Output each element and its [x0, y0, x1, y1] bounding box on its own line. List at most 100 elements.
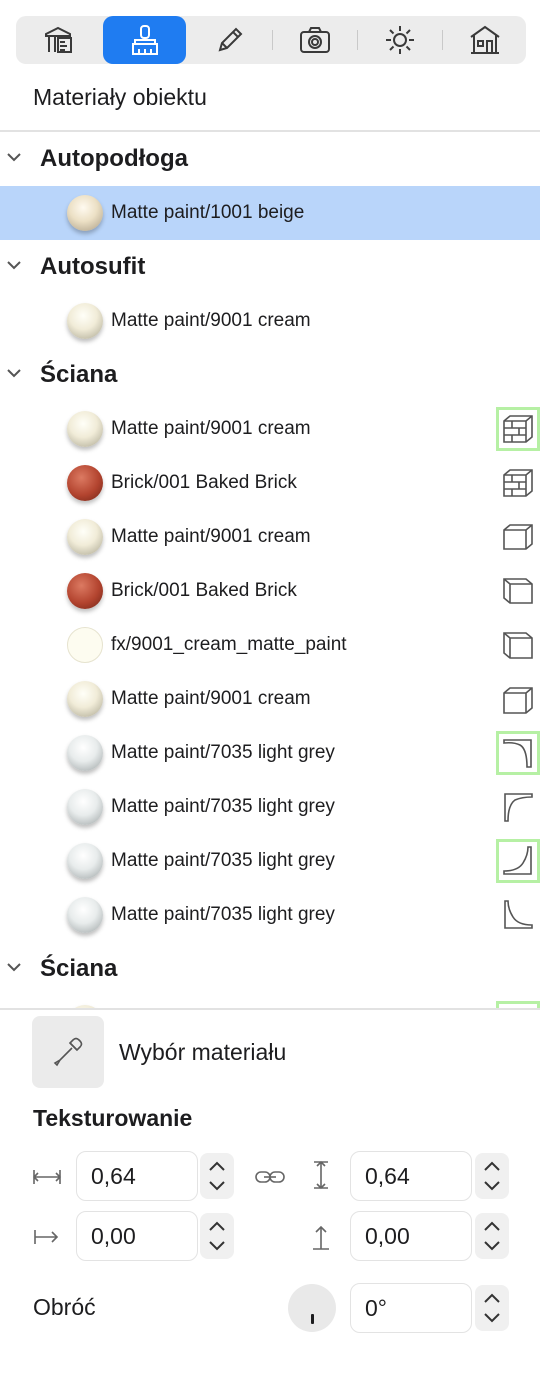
texture-width-field[interactable]: 0,64 [76, 1151, 198, 1201]
material-label: Matte paint/9001 cream [111, 688, 311, 709]
texture-offset-x-field[interactable]: 0,00 [76, 1211, 198, 1261]
surface-selector[interactable] [496, 731, 540, 775]
tab-camera[interactable] [273, 16, 356, 64]
tab-layout-tools[interactable] [16, 16, 99, 64]
list-item[interactable]: Matte paint/9001 cream [0, 510, 540, 564]
panel-title: Materiały obiektu [33, 84, 207, 110]
list-item[interactable]: Brick/001 Baked Brick [0, 564, 540, 618]
list-item[interactable]: Matte paint/7035 light grey [0, 834, 540, 888]
surface-selector[interactable] [496, 677, 540, 721]
dial-tick [311, 1314, 314, 1324]
brick-wall-icon [503, 415, 533, 443]
rotation-dial[interactable] [288, 1284, 336, 1332]
list-item[interactable]: Matte paint/9001 cream [0, 294, 540, 348]
section-title: Teksturowanie [33, 1105, 193, 1131]
material-swatch [67, 627, 103, 663]
material-label: Matte paint/7035 light grey [111, 796, 335, 817]
chevron-down-icon[interactable] [6, 149, 22, 165]
brick-wall-icon [503, 469, 533, 497]
chevron-down-icon[interactable] [6, 365, 22, 381]
tab-materials[interactable] [103, 16, 186, 64]
rotate-label: Obróć [33, 1294, 96, 1320]
material-label: Matte paint/1001 beige [111, 202, 305, 223]
material-swatch [67, 411, 103, 447]
stepper-arrows-icon [484, 1293, 500, 1323]
group-header-sciana[interactable]: Ściana [0, 942, 540, 996]
tab-lighting[interactable] [358, 16, 441, 64]
offset-x-stepper[interactable] [200, 1213, 234, 1259]
material-swatch [67, 681, 103, 717]
cornice-top-left-icon [504, 793, 533, 822]
material-label: Brick/001 Baked Brick [111, 580, 297, 601]
surface-selector[interactable] [496, 623, 540, 667]
chevron-down-icon[interactable] [6, 959, 22, 975]
group-header-autosufit[interactable]: Autosufit [0, 240, 540, 294]
group-label: Autopodłoga [40, 145, 188, 172]
cornice-bottom-left-icon [504, 900, 533, 929]
width-icon [32, 1170, 62, 1184]
material-picker-label: Wybór materiału [119, 1039, 287, 1065]
list-item[interactable]: Matte paint/1001 beige [0, 186, 540, 240]
material-picker-button[interactable] [32, 1016, 104, 1088]
material-swatch [67, 897, 103, 933]
offset-y-icon [313, 1225, 329, 1250]
material-label: Matte paint/7035 light grey [111, 850, 335, 871]
surface-selector[interactable] [496, 569, 540, 613]
material-swatch [67, 735, 103, 771]
height-stepper[interactable] [475, 1153, 509, 1199]
surface-selector[interactable] [496, 839, 540, 883]
list-item[interactable]: fx/9001_cream_matte_paint [0, 618, 540, 672]
material-label: Matte paint/9001 cream [111, 418, 311, 439]
group-label: Ściana [40, 955, 118, 982]
surface-selector[interactable] [496, 893, 540, 937]
material-label: fx/9001_cream_matte_paint [111, 634, 347, 655]
chevron-down-icon[interactable] [6, 257, 22, 273]
list-item[interactable]: Matte paint/7035 light grey [0, 888, 540, 942]
list-item[interactable] [0, 996, 540, 1008]
list-item[interactable]: Matte paint/7035 light grey [0, 780, 540, 834]
material-swatch [67, 573, 103, 609]
material-swatch [67, 843, 103, 879]
wall-front-face-icon [503, 524, 533, 550]
material-swatch [67, 465, 103, 501]
list-item[interactable]: Matte paint/9001 cream [0, 672, 540, 726]
tab-edit[interactable] [188, 16, 271, 64]
divider [0, 1008, 540, 1010]
layout-tools-icon [44, 26, 72, 53]
surface-selector[interactable] [496, 461, 540, 505]
list-item[interactable]: Matte paint/7035 light grey [0, 726, 540, 780]
stepper-arrows-icon [209, 1161, 225, 1191]
link-icon[interactable] [254, 1161, 286, 1193]
wall-left-face-icon [503, 578, 533, 604]
material-tree[interactable]: Autopodłoga Matte paint/1001 beige Autos… [0, 132, 540, 1008]
texture-offset-y-field[interactable]: 0,00 [350, 1211, 472, 1261]
cornice-bottom-right-icon [503, 846, 532, 875]
rotation-stepper[interactable] [475, 1285, 509, 1331]
paint-brush-icon [131, 25, 158, 55]
sun-icon [385, 26, 414, 54]
stepper-arrows-icon [484, 1221, 500, 1251]
pencil-icon [218, 27, 242, 52]
list-item[interactable]: Brick/001 Baked Brick [0, 456, 540, 510]
surface-selector[interactable] [496, 1001, 540, 1008]
offset-y-stepper[interactable] [475, 1213, 509, 1259]
group-header-autopodloga[interactable]: Autopodłoga [0, 132, 540, 186]
material-label: Matte paint/7035 light grey [111, 742, 335, 763]
toolbar [16, 16, 526, 64]
surface-selector[interactable] [496, 407, 540, 451]
surface-selector[interactable] [496, 785, 540, 829]
stepper-arrows-icon [209, 1221, 225, 1251]
material-label: Matte paint/9001 cream [111, 310, 311, 331]
material-swatch [67, 195, 103, 231]
rotation-field[interactable]: 0° [350, 1283, 472, 1333]
texture-height-field[interactable]: 0,64 [350, 1151, 472, 1201]
group-label: Autosufit [40, 253, 146, 280]
group-header-sciana[interactable]: Ściana [0, 348, 540, 402]
height-icon [314, 1160, 328, 1190]
stepper-arrows-icon [484, 1161, 500, 1191]
tab-building[interactable] [443, 16, 526, 64]
material-label: Matte paint/9001 cream [111, 526, 311, 547]
surface-selector[interactable] [496, 515, 540, 559]
list-item[interactable]: Matte paint/9001 cream [0, 402, 540, 456]
width-stepper[interactable] [200, 1153, 234, 1199]
